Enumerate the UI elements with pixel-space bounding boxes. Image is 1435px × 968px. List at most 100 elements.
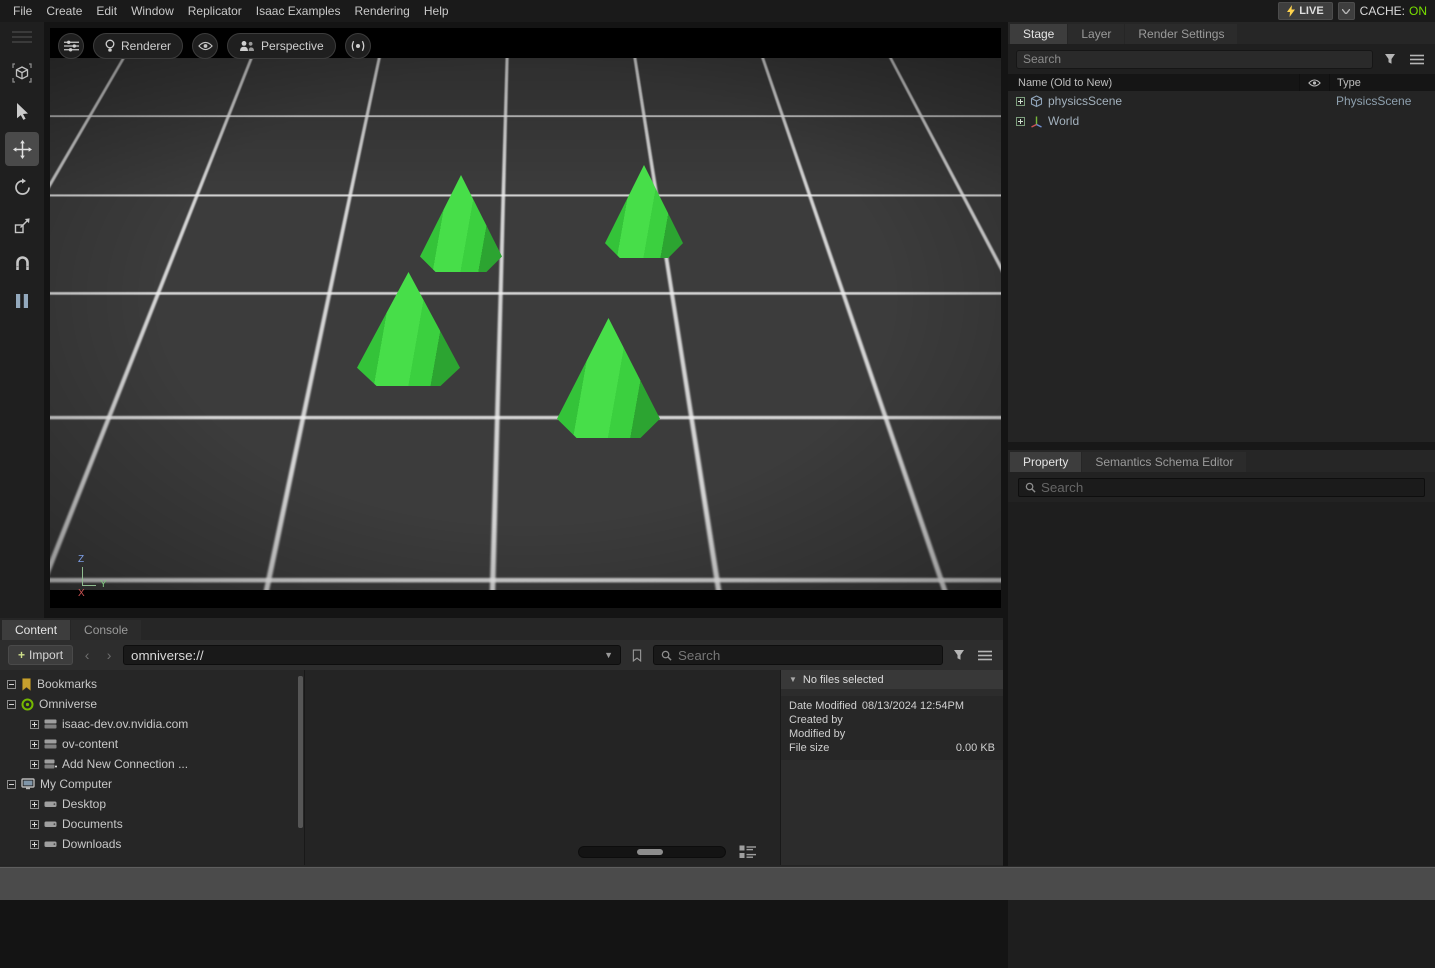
tree-item-omniverse[interactable]: Omniverse [0, 694, 304, 714]
expand-plus-icon[interactable] [30, 840, 39, 849]
tab-property[interactable]: Property [1010, 452, 1081, 472]
menu-window[interactable]: Window [124, 0, 181, 22]
tab-semantics-schema-editor[interactable]: Semantics Schema Editor [1082, 452, 1246, 472]
path-bar[interactable]: ▼ [123, 645, 621, 665]
panel-splitter[interactable] [1008, 442, 1435, 450]
expand-plus-icon[interactable] [30, 740, 39, 749]
selection-mode-button[interactable] [5, 56, 39, 90]
details-fields: Date Modified 08/13/2024 12:54PM Created… [781, 696, 1003, 760]
menu-isaac-examples[interactable]: Isaac Examples [249, 0, 348, 22]
viewport-scene [50, 58, 1001, 590]
menu-edit[interactable]: Edit [89, 0, 124, 22]
file-grid-area[interactable] [305, 670, 780, 865]
tree-scrollbar[interactable] [298, 676, 303, 828]
back-button[interactable]: ‹ [79, 647, 95, 663]
eye-icon [1308, 79, 1321, 87]
snap-tool-button[interactable] [5, 246, 39, 280]
tab-stage[interactable]: Stage [1010, 24, 1067, 44]
import-button[interactable]: + Import [8, 645, 73, 665]
stage-tree-header[interactable]: Name (Old to New) Type [1008, 74, 1435, 91]
view-mode-button[interactable] [739, 845, 756, 859]
stage-row-world[interactable]: World [1008, 111, 1435, 131]
live-dropdown-button[interactable] [1338, 2, 1355, 20]
tab-console[interactable]: Console [71, 620, 141, 640]
green-cone[interactable] [420, 175, 502, 272]
collapse-minus-icon[interactable] [7, 700, 16, 709]
expand-plus-icon[interactable] [1016, 117, 1025, 126]
tree-item-label: My Computer [40, 777, 112, 791]
stage-search-field[interactable] [1016, 50, 1373, 69]
green-cone[interactable] [357, 272, 460, 386]
path-input[interactable] [131, 648, 600, 663]
toolbar-drag-handle[interactable] [12, 26, 32, 48]
expand-plus-icon[interactable] [30, 800, 39, 809]
field-modified-by: Modified by [789, 727, 995, 741]
type-column-header[interactable]: Type [1329, 74, 1435, 91]
tree-item-my-computer[interactable]: My Computer [0, 774, 304, 794]
viewport-settings-button[interactable] [58, 33, 84, 59]
collapse-minus-icon[interactable] [7, 780, 16, 789]
green-cone[interactable] [605, 165, 683, 258]
tab-content[interactable]: Content [2, 620, 70, 640]
renderer-button[interactable]: Renderer [93, 33, 183, 59]
tree-item-isaac-dev[interactable]: isaac-dev.ov.nvidia.com [0, 714, 304, 734]
content-filter-button[interactable] [949, 645, 969, 665]
visibility-cell[interactable] [1299, 91, 1329, 111]
icon-size-slider[interactable] [578, 846, 726, 858]
property-search-field[interactable] [1018, 478, 1425, 497]
camera-button[interactable]: Perspective [227, 33, 336, 59]
eye-icon [198, 41, 213, 51]
tree-item-add-new-connection[interactable]: Add New Connection ... [0, 754, 304, 774]
visibility-button[interactable] [192, 33, 218, 59]
stage-search-input[interactable] [1023, 52, 1366, 66]
path-dropdown-icon[interactable]: ▼ [604, 650, 613, 660]
live-label: LIVE [1299, 5, 1323, 17]
menu-help[interactable]: Help [417, 0, 456, 22]
expand-plus-icon[interactable] [30, 760, 39, 769]
select-tool-button[interactable] [5, 94, 39, 128]
right-panel: Stage Layer Render Settings Name (Old to… [1008, 22, 1435, 868]
live-button[interactable]: LIVE [1278, 2, 1332, 20]
scale-tool-button[interactable] [5, 208, 39, 242]
forward-button[interactable]: › [101, 647, 117, 663]
move-tool-button[interactable] [5, 132, 39, 166]
tree-item-ov-content[interactable]: ov-content [0, 734, 304, 754]
menu-create[interactable]: Create [39, 0, 89, 22]
stage-filter-button[interactable] [1380, 49, 1400, 69]
menu-file[interactable]: File [6, 0, 39, 22]
details-header[interactable]: ▼ No files selected [781, 670, 1003, 689]
visibility-column-header[interactable] [1299, 74, 1329, 91]
content-options-button[interactable] [975, 645, 995, 665]
pause-icon [15, 293, 29, 309]
visibility-cell[interactable] [1299, 111, 1329, 131]
menu-replicator[interactable]: Replicator [181, 0, 249, 22]
name-column-header[interactable]: Name (Old to New) [1018, 77, 1299, 89]
bookmark-icon [21, 678, 32, 691]
menu-rendering[interactable]: Rendering [347, 0, 416, 22]
expand-plus-icon[interactable] [30, 820, 39, 829]
stage-row-physicsscene[interactable]: physicsScene PhysicsScene [1008, 91, 1435, 111]
tab-layer[interactable]: Layer [1068, 24, 1124, 44]
tree-item-label: Downloads [62, 837, 121, 851]
bookmark-path-button[interactable] [627, 645, 647, 665]
pause-button[interactable] [5, 284, 39, 318]
tree-item-downloads[interactable]: Downloads [0, 834, 304, 854]
tree-item-bookmarks[interactable]: Bookmarks [0, 674, 304, 694]
slider-thumb[interactable] [637, 849, 663, 855]
tree-item-desktop[interactable]: Desktop [0, 794, 304, 814]
content-search-input[interactable] [678, 648, 935, 663]
rotate-tool-button[interactable] [5, 170, 39, 204]
expand-plus-icon[interactable] [30, 720, 39, 729]
green-cone[interactable] [557, 318, 660, 438]
content-search-field[interactable] [653, 645, 943, 665]
tab-render-settings[interactable]: Render Settings [1125, 24, 1237, 44]
capture-button[interactable] [345, 33, 371, 59]
tree-item-label: isaac-dev.ov.nvidia.com [62, 717, 188, 731]
viewport[interactable]: Renderer Perspective Z Y X [50, 28, 1001, 608]
collapse-minus-icon[interactable] [7, 680, 16, 689]
stage-search-row [1008, 44, 1435, 74]
tree-item-documents[interactable]: Documents [0, 814, 304, 834]
expand-plus-icon[interactable] [1016, 97, 1025, 106]
property-search-input[interactable] [1041, 480, 1418, 495]
stage-options-button[interactable] [1407, 49, 1427, 69]
